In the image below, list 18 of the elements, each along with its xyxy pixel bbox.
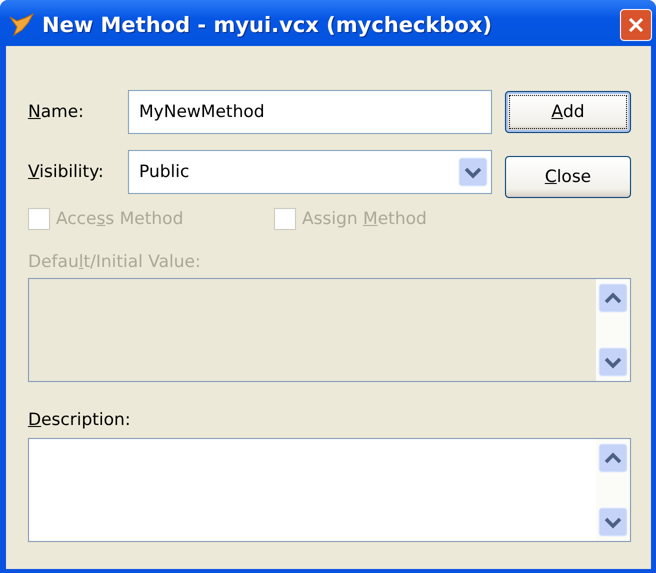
checkbox-label: Access Method bbox=[56, 209, 184, 229]
window-title: New Method - myui.vcx (mycheckbox) bbox=[42, 13, 492, 37]
close-icon[interactable] bbox=[620, 9, 652, 41]
field-label: Default/Initial Value: bbox=[28, 252, 202, 272]
scroll-up-icon[interactable] bbox=[598, 443, 628, 473]
scroll-up-icon[interactable] bbox=[598, 283, 628, 313]
field-label: Name: bbox=[28, 102, 85, 122]
close-button[interactable]: Close bbox=[505, 156, 631, 198]
visibility-dropdown[interactable]: Public bbox=[128, 150, 492, 194]
scroll-down-icon[interactable] bbox=[598, 347, 628, 377]
default-value-textbox[interactable] bbox=[28, 278, 631, 382]
scroll-down-icon[interactable] bbox=[598, 507, 628, 537]
field-label: Visibility: bbox=[28, 162, 105, 182]
description-textbox[interactable] bbox=[28, 438, 631, 542]
field-label: Description: bbox=[28, 410, 132, 430]
checkbox-label: Assign Method bbox=[302, 209, 427, 229]
add-button[interactable]: Add bbox=[505, 91, 631, 133]
name-field[interactable]: MyNewMethod bbox=[128, 90, 492, 134]
